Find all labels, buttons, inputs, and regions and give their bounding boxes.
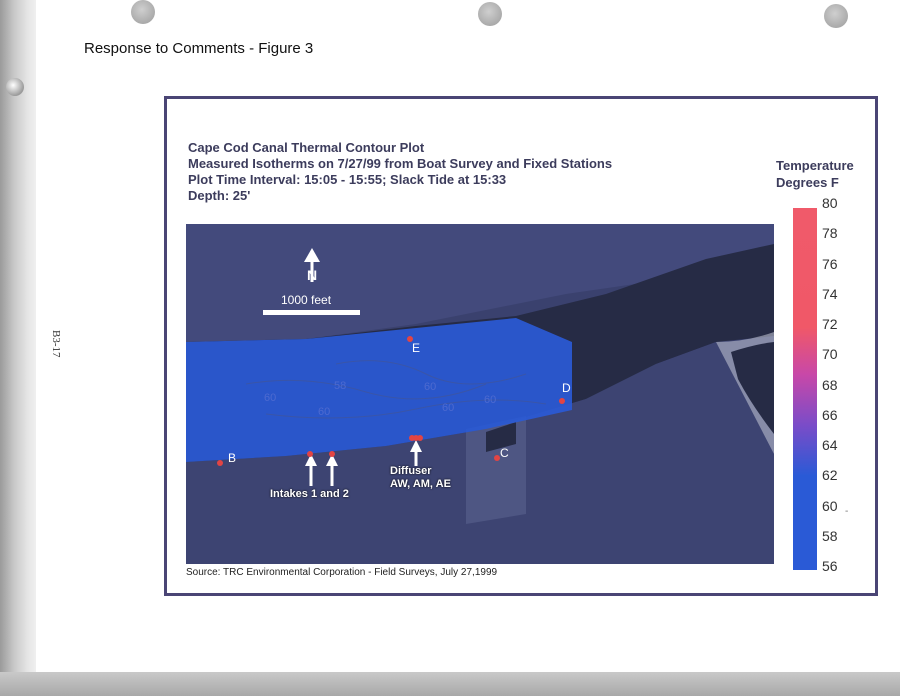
stray-mark: - — [845, 506, 849, 517]
figure-title-line: Depth: 25' — [188, 188, 251, 203]
legend-tick-label: 60 — [822, 497, 838, 514]
figure-title-line: Plot Time Interval: 15:05 - 15:55; Slack… — [188, 172, 507, 187]
page-bottom-edge — [0, 672, 900, 696]
diffuser-label: Diffuser AW, AM, AE — [390, 465, 451, 491]
isotherm-label: 60 — [264, 392, 277, 404]
svg-text:N: N — [307, 267, 317, 283]
legend-tick-label: 72 — [822, 316, 838, 332]
legend-tick-label: 74 — [822, 285, 838, 302]
legend-tick-label: 66 — [822, 406, 838, 423]
outfall-marker — [329, 451, 335, 457]
binder-ring-icon — [6, 78, 24, 96]
legend-tick-label: 68 — [822, 376, 838, 393]
isotherm-label: 60 — [318, 406, 331, 418]
station-label-c: C — [500, 446, 509, 460]
intakes-label: Intakes 1 and 2 — [270, 488, 349, 500]
isotherm-label: 60 — [424, 381, 437, 393]
station-label-d: D — [562, 381, 571, 395]
figure-title-line: Cape Cod Canal Thermal Contour Plot — [188, 140, 425, 155]
legend-tick-label: 56 — [822, 558, 838, 574]
isotherm-label: 58 — [334, 380, 347, 392]
aerial-map: N 1000 feet E D B C 58 60 60 60 60 60 In… — [186, 224, 774, 564]
diffuser-label-line: Diffuser — [390, 465, 432, 477]
figure-title: Cape Cod Canal Thermal Contour Plot Meas… — [188, 140, 612, 204]
outfall-marker — [417, 435, 423, 441]
legend-tick-label: 78 — [822, 225, 838, 242]
side-page-number: B3-17 — [50, 330, 62, 358]
diffuser-label-line: AW, AM, AE — [390, 478, 451, 490]
station-label-b: B — [228, 451, 237, 465]
legend-tick-label: 64 — [822, 437, 838, 453]
figure-source: Source: TRC Environmental Corporation - … — [186, 567, 498, 578]
isotherm-label: 60 — [442, 402, 455, 414]
color-scale-bar — [793, 208, 817, 570]
legend-title-line: Temperature — [776, 158, 854, 173]
station-marker-b — [217, 460, 223, 466]
punch-hole-icon — [131, 0, 155, 24]
figure-title-line: Measured Isotherms on 7/27/99 from Boat … — [188, 156, 613, 171]
station-label-e: E — [412, 341, 421, 355]
legend-tick-label: 80 — [822, 195, 838, 211]
scale-bar-label: 1000 feet — [281, 293, 332, 307]
legend-title: Temperature Degrees F — [776, 157, 854, 191]
legend-tick-label: 62 — [822, 467, 838, 484]
scale-bar — [263, 310, 360, 315]
legend-tick-label: 70 — [822, 346, 838, 363]
station-marker-d — [559, 398, 565, 404]
binder-edge — [0, 0, 40, 696]
punch-hole-icon — [824, 4, 848, 28]
legend-tick-label: 58 — [822, 527, 838, 544]
isotherm-label: 60 — [484, 394, 497, 406]
legend-title-line: Degrees F — [776, 175, 839, 190]
page-caption: Response to Comments - Figure 3 — [84, 40, 314, 57]
punch-hole-icon — [478, 2, 502, 26]
outfall-marker — [307, 451, 313, 457]
legend-tick-label: 76 — [822, 255, 838, 272]
